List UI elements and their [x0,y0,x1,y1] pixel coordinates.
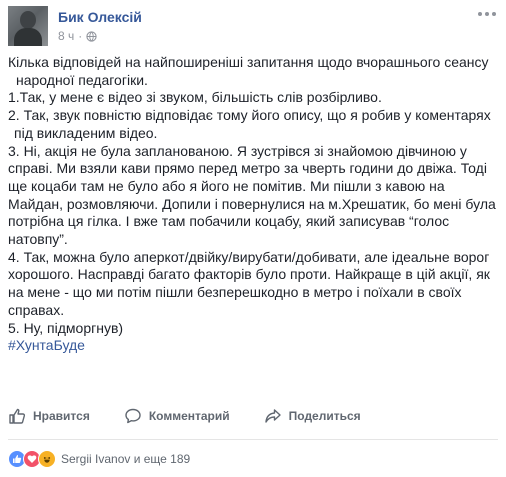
body-line: Майдан, розмовляючи. Допили і повернулис… [8,195,496,212]
body-line: під викладеним відео. [14,124,158,141]
hashtag-link[interactable]: #ХунтаБуде [8,337,498,355]
reactions-summary[interactable]: Sergii Ivanov и еще 189 [61,452,190,466]
body-line: потрібна ця гілка. І вже там побачили ко… [8,213,450,230]
post-actions: Нравится Комментарий Поделиться [8,400,498,432]
body-line: народної педагогіки. [16,71,148,88]
post-timestamp[interactable]: 8 ч [58,29,74,43]
body-line: натовпу”. [8,231,68,248]
body-line: ще коцаби там не було або я його не помі… [8,177,445,194]
comment-button[interactable]: Комментарий [124,407,230,425]
reactions-bar[interactable]: Sergii Ivanov и еще 189 [8,450,190,468]
divider [8,439,498,440]
post-body: Кілька відповідей на найпоширеніші запит… [8,54,498,355]
comment-label: Комментарий [148,409,230,423]
thumbs-up-icon [9,408,26,424]
post-header: Бик Олексій 8 ч · [8,6,498,46]
like-button[interactable]: Нравится [8,407,90,425]
facebook-post: Бик Олексій 8 ч · Кілька відповідей на н… [0,0,506,477]
like-label: Нравится [33,409,90,423]
author-name[interactable]: Бик Олексій [58,9,142,25]
share-button[interactable]: Поделиться [264,407,361,425]
meta-separator: · [78,29,83,43]
body-line: хорошого. Насправді багато факторів було… [8,266,490,283]
body-line: 1.Так, у мене є відео зі звуком, більшіс… [8,89,382,106]
body-line: справах. [8,301,65,318]
share-arrow-icon [264,409,281,423]
body-line: справі. Ми взяли кави прямо перед метро … [8,160,487,177]
speech-bubble-icon [125,408,141,424]
share-label: Поделиться [288,409,361,423]
globe-icon[interactable] [86,30,97,42]
more-options-icon[interactable] [478,8,496,20]
post-meta: 8 ч · [58,29,97,43]
haha-reaction-icon [38,450,56,468]
body-line: 2. Так, звук повністю відповідає тому йо… [8,107,491,124]
body-line: 3. Ні, акція не була запланованою. Я зус… [8,142,467,159]
body-line: на мене - що ми потім пішли безперешкодн… [8,284,462,301]
body-line: 4. Так, можна було аперкот/двійку/вируба… [8,248,490,265]
body-line: 5. Ну, підморгнув) [8,319,124,336]
author-avatar[interactable] [8,6,48,46]
body-line: Кілька відповідей на найпоширеніші запит… [8,54,489,70]
